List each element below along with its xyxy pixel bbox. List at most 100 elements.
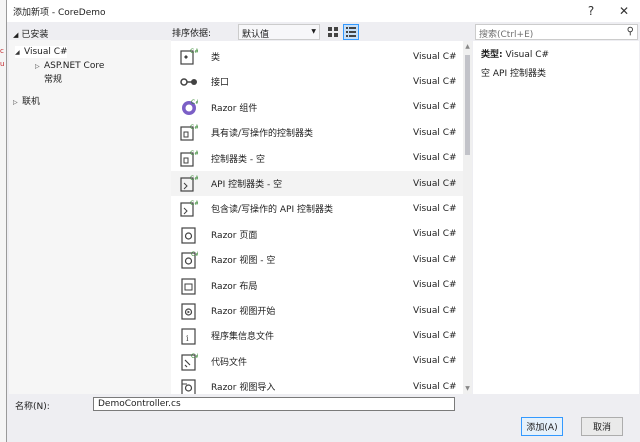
- template-language: Visual C#: [413, 254, 457, 265]
- svg-text:C#: C#: [191, 99, 198, 106]
- expand-arrow-icon[interactable]: ▷: [13, 97, 22, 109]
- sort-label: 排序依据:: [172, 29, 212, 39]
- template-row[interactable]: 接口 Visual C#: [171, 69, 463, 94]
- template-language: Visual C#: [413, 178, 457, 189]
- template-row[interactable]: C# 类 Visual C#: [171, 44, 463, 69]
- cancel-button[interactable]: 取消: [581, 417, 623, 436]
- expand-arrow-icon[interactable]: ◢: [15, 47, 24, 59]
- template-name: 类: [211, 53, 221, 63]
- template-row[interactable]: i 程序集信息文件 Visual C#: [171, 323, 463, 348]
- detail-type: 类型: Visual C#: [481, 50, 550, 60]
- installed-header[interactable]: ◢ 已安装: [13, 27, 48, 40]
- scrollbar-thumb[interactable]: [465, 55, 470, 155]
- template-name: Razor 视图 - 空: [211, 256, 276, 267]
- template-language: Visual C#: [413, 76, 457, 87]
- tree-item-aspnet-core[interactable]: ▷ ASP.NET Core: [35, 60, 104, 72]
- template-row[interactable]: Razor 视图导入 Visual C#: [171, 374, 463, 394]
- tree-item-general[interactable]: 常规: [44, 74, 62, 86]
- class-icon: C#: [180, 47, 199, 66]
- scroll-up-icon[interactable]: ▲: [463, 43, 472, 50]
- template-row[interactable]: C# 包含读/写操作的 API 控制器类 Visual C#: [171, 196, 463, 221]
- template-name: 接口: [211, 78, 230, 89]
- template-language: Visual C#: [413, 203, 457, 214]
- template-name: 控制器类 - 空: [211, 154, 265, 165]
- window-title: 添加新项 - CoreDemo: [13, 7, 106, 18]
- close-button[interactable]: ✕: [609, 0, 639, 22]
- sort-toolbar: 排序依据: 默认值 ▼: [171, 24, 463, 40]
- collapse-arrow-icon: ◢: [13, 31, 19, 39]
- template-language: Visual C#: [413, 229, 457, 240]
- template-name: Razor 视图导入: [211, 383, 276, 394]
- template-name: 具有读/写操作的控制器类: [211, 129, 314, 140]
- interface-icon: [180, 72, 198, 91]
- add-button[interactable]: 添加(A): [521, 417, 563, 436]
- razor-viewstart-icon: [180, 301, 198, 320]
- razor-layout-icon: [180, 276, 198, 295]
- dropdown-arrow-icon: ▼: [311, 28, 316, 35]
- tree-item-visual-csharp[interactable]: ◢ Visual C#: [15, 46, 68, 59]
- template-row[interactable]: C# Razor 组件 Visual C#: [171, 95, 463, 120]
- svg-text:C#: C#: [190, 200, 198, 207]
- template-language: Visual C#: [413, 330, 457, 341]
- template-name: API 控制器类 - 空: [211, 180, 283, 190]
- detail-pane: 类型: Visual C# 空 API 控制器类: [473, 41, 639, 394]
- svg-text:C#: C#: [191, 251, 198, 258]
- template-row[interactable]: Razor 视图开始 Visual C#: [171, 298, 463, 323]
- template-row[interactable]: C# 代码文件 Visual C#: [171, 349, 463, 374]
- template-row[interactable]: Razor 布局 Visual C#: [171, 273, 463, 298]
- razor-view-icon: C#: [180, 250, 200, 269]
- template-row[interactable]: C# 控制器类 - 空 Visual C#: [171, 146, 463, 171]
- name-field[interactable]: DemoController.cs: [93, 397, 455, 411]
- category-tree: ◢ Visual C# ▷ ASP.NET Core 常规 ▷ 联机: [9, 40, 171, 394]
- template-row[interactable]: Razor 页面 Visual C#: [171, 222, 463, 247]
- template-list: C# 类 Visual C# 接口 Visual C# C# Razor 组件 Visual …: [171, 41, 463, 394]
- add-new-item-dialog: 添加新项 - CoreDemo ? ✕ ◢ 已安装 ◢ Visual C# ▷ ASP…: [6, 0, 640, 442]
- template-name: Razor 组件: [211, 103, 258, 114]
- title-bar: 添加新项 - CoreDemo ? ✕: [7, 0, 640, 22]
- expand-arrow-icon[interactable]: ▷: [35, 61, 44, 73]
- template-name: Razor 页面: [211, 230, 258, 241]
- template-language: Visual C#: [413, 102, 457, 113]
- search-input[interactable]: 搜索(Ctrl+E) ⚲: [475, 24, 638, 40]
- svg-text:C#: C#: [191, 353, 198, 360]
- template-name: 包含读/写操作的 API 控制器类: [211, 205, 333, 216]
- template-row[interactable]: C# API 控制器类 - 空 Visual C#: [171, 171, 463, 196]
- template-language: Visual C#: [413, 153, 457, 164]
- template-language: Visual C#: [413, 305, 457, 316]
- svg-text:C#: C#: [190, 175, 198, 182]
- svg-text:i: i: [186, 334, 189, 343]
- api-controller-icon: C#: [180, 174, 199, 193]
- template-row[interactable]: C# 具有读/写操作的控制器类 Visual C#: [171, 120, 463, 145]
- template-language: Visual C#: [413, 381, 457, 392]
- scroll-down-icon[interactable]: ▼: [463, 385, 472, 392]
- vertical-scrollbar[interactable]: ▲ ▼: [463, 41, 472, 394]
- template-language: Visual C#: [413, 280, 457, 291]
- list-view-icon[interactable]: [343, 24, 359, 40]
- svg-text:C#: C#: [190, 150, 198, 157]
- razor-viewimports-icon: [180, 377, 198, 394]
- svg-text:C#: C#: [190, 48, 198, 55]
- api-controller-icon: C#: [180, 199, 199, 218]
- name-label: 名称(N):: [15, 402, 50, 412]
- code-file-icon: C#: [180, 352, 200, 371]
- razor-component-icon: C#: [180, 98, 200, 117]
- razor-page-icon: [180, 225, 198, 244]
- grid-view-icon[interactable]: [325, 24, 341, 40]
- template-name: 程序集信息文件: [211, 332, 275, 343]
- sort-dropdown[interactable]: 默认值 ▼: [238, 24, 320, 40]
- search-icon[interactable]: ⚲: [627, 26, 634, 37]
- help-button[interactable]: ?: [576, 0, 606, 22]
- assembly-info-icon: i: [180, 326, 198, 345]
- controller-icon: C#: [180, 149, 199, 168]
- template-language: Visual C#: [413, 127, 457, 138]
- template-row[interactable]: C# Razor 视图 - 空 Visual C#: [171, 247, 463, 272]
- dialog-footer: 添加(A) 取消: [7, 414, 640, 442]
- svg-text:C#: C#: [190, 124, 198, 131]
- template-language: Visual C#: [413, 51, 457, 62]
- template-name: Razor 布局: [211, 281, 258, 292]
- detail-description: 空 API 控制器类: [481, 69, 546, 79]
- tree-item-online[interactable]: ▷ 联机: [13, 96, 40, 108]
- template-name: 代码文件: [211, 357, 248, 368]
- template-name: Razor 视图开始: [211, 307, 276, 317]
- controller-icon: C#: [180, 123, 199, 142]
